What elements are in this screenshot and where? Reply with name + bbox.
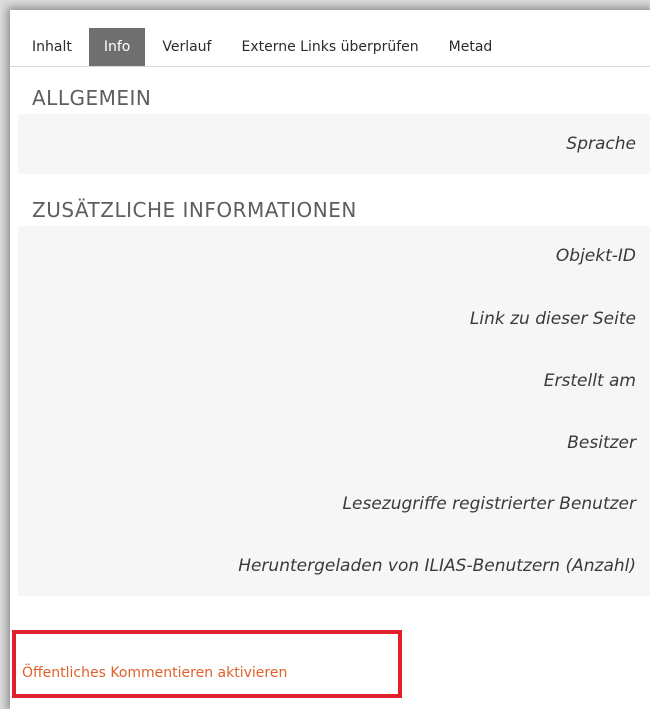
property-label-sprache: Sprache <box>566 134 636 154</box>
tab-info[interactable]: Info <box>88 28 146 66</box>
additional-properties: Objekt-ID Link zu dieser Seite Erstellt … <box>18 226 650 596</box>
property-label-objekt-id: Objekt-ID <box>555 246 636 266</box>
property-label-lesezugriffe: Lesezugriffe registrierter Benutzer <box>342 494 636 514</box>
tab-metadaten[interactable]: Metad <box>434 28 493 66</box>
info-panel: Inhalt Info Verlauf Externe Links überpr… <box>10 10 650 709</box>
highlight-box <box>12 630 402 698</box>
property-label-downloads: Heruntergeladen von ILIAS-Benutzern (Anz… <box>238 556 636 576</box>
tab-bar: Inhalt Info Verlauf Externe Links überpr… <box>10 28 650 67</box>
section-title-additional: ZUSÄTZLICHE INFORMATIONEN <box>32 198 357 222</box>
tab-verlauf[interactable]: Verlauf <box>147 28 226 66</box>
activate-comments-link[interactable]: Öffentliches Kommentieren aktivieren <box>22 665 287 681</box>
property-label-besitzer: Besitzer <box>567 433 636 453</box>
section-title-general: ALLGEMEIN <box>32 86 152 110</box>
general-properties: Sprache <box>18 114 650 174</box>
tab-inhalt[interactable]: Inhalt <box>10 28 87 66</box>
property-label-erstellt-am: Erstellt am <box>543 371 636 391</box>
property-label-link: Link zu dieser Seite <box>469 309 636 329</box>
tab-externe-links[interactable]: Externe Links überprüfen <box>226 28 433 66</box>
